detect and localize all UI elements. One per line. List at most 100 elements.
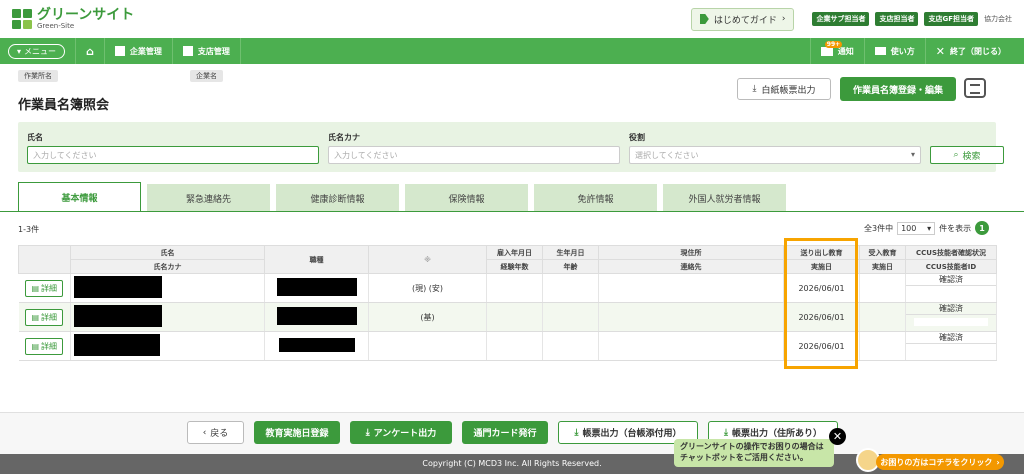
redacted-name xyxy=(74,305,162,327)
exp-header: 経験年数 xyxy=(486,259,543,274)
role-placeholder: 選択してください xyxy=(635,151,699,160)
document-icon: ▤ xyxy=(31,283,40,293)
redacted-job xyxy=(278,338,355,352)
detail-label: 詳細 xyxy=(41,283,58,293)
detail-label: 詳細 xyxy=(41,341,58,351)
redacted-name xyxy=(74,276,162,298)
main-nav: ▾ メニュー ⌂ 企業管理 支店管理 99+ 通知 使い方 ✕ 終了（閉じる） xyxy=(0,38,1024,64)
tab-foreign-worker[interactable]: 外国人就労者情報 xyxy=(663,184,786,212)
ccus-status-header: CCUS技能者確認状況 xyxy=(905,245,997,260)
document-icon: ▤ xyxy=(31,341,40,351)
hire-date-header: 雇入年月日 xyxy=(486,245,543,260)
download-icon: ⤓ xyxy=(724,427,728,438)
help-click-button[interactable]: お困りの方はコチラをクリック › xyxy=(876,454,1004,470)
birth-date-header: 生年月日 xyxy=(542,245,599,260)
green-site-logo-icon xyxy=(12,9,32,29)
search-panel: 氏名 入力してください 氏名カナ 入力してください 役割 選択してください ▾ ⌕… xyxy=(18,122,1004,172)
close-bubble-icon[interactable]: ✕ xyxy=(829,428,846,445)
role-badge-branch-gf: 支店GF担当者 xyxy=(924,12,978,26)
brand-logo[interactable]: グリーンサイト Green-Site xyxy=(12,8,134,30)
mark-cell: (現) (安) xyxy=(368,273,487,303)
tab-insurance[interactable]: 保険情報 xyxy=(405,184,528,212)
nav-branch-management[interactable]: 支店管理 xyxy=(173,38,241,64)
per-page-suffix: 件を表示 xyxy=(939,223,972,233)
notification-button[interactable]: 99+ 通知 xyxy=(809,38,864,64)
exit-button[interactable]: ✕ 終了（閉じる） xyxy=(924,38,1016,64)
chatbot-bubble[interactable]: グリーンサイトの操作でお困りの場合はチャットボットをご活用ください。 xyxy=(674,439,834,467)
tab-basic-info[interactable]: 基本情報 xyxy=(18,182,141,212)
brand-title: グリーンサイト xyxy=(37,7,135,23)
ccus-status: 確認済 xyxy=(906,274,996,286)
ccus-status: 確認済 xyxy=(906,332,996,344)
store-icon xyxy=(182,46,193,56)
name-input[interactable]: 入力してください xyxy=(27,146,319,164)
recv-edu-header-2: 実施日 xyxy=(859,259,906,274)
role-badge-branch: 支店担当者 xyxy=(875,12,919,26)
back-label: 戻る xyxy=(210,429,229,439)
detail-button[interactable]: ▤ 詳細 xyxy=(25,337,64,355)
tab-underline xyxy=(0,211,1024,212)
tab-health-check[interactable]: 健康診断情報 xyxy=(276,184,399,212)
search-btn-label: 検索 xyxy=(962,151,981,162)
contact-header: 連絡先 xyxy=(598,259,784,274)
detail-button[interactable]: ▤ 詳細 xyxy=(25,308,64,326)
name-field-group: 氏名 入力してください xyxy=(27,132,319,164)
total-count: 全3件中 xyxy=(864,223,894,233)
download-icon: ⤓ xyxy=(752,84,757,94)
howto-button[interactable]: 使い方 xyxy=(863,38,925,64)
age-header: 年齢 xyxy=(542,259,599,274)
detail-label: 詳細 xyxy=(41,312,58,322)
form-addr-label: 帳票出力（住所あり） xyxy=(731,429,822,439)
home-button[interactable]: ⌂ xyxy=(75,38,105,64)
chat-icon[interactable] xyxy=(964,78,986,98)
redacted-job xyxy=(276,278,357,296)
tab-bar: 基本情報 緊急連絡先 健康診断情報 保険情報 免許情報 外国人就労者情報 xyxy=(18,182,996,212)
role-field-group: 役割 選択してください ▾ xyxy=(629,132,921,164)
ccus-id-field xyxy=(914,318,988,326)
search-icon: ⌕ xyxy=(953,150,959,160)
blank-form-output-button[interactable]: ⤓ 白紙帳票出力 xyxy=(737,78,831,100)
howto-label: 使い方 xyxy=(890,46,915,56)
survey-label: アンケート出力 xyxy=(373,429,437,439)
form-ledger-label: 帳票出力（台帳添付用） xyxy=(582,429,682,439)
redacted-job xyxy=(276,307,357,325)
result-count: 1-3件 xyxy=(18,225,40,234)
page-number-button[interactable]: 1 xyxy=(975,221,990,235)
chevron-right-icon: › xyxy=(996,457,1000,467)
menu-button[interactable]: ▾ メニュー xyxy=(8,43,66,59)
document-icon: ▤ xyxy=(31,312,40,322)
name-label: 氏名 xyxy=(27,133,43,142)
guide-label: はじめてガイド xyxy=(713,15,777,26)
edu-date-register-button[interactable]: 教育実施日登録 xyxy=(254,421,340,444)
pager: 全3件中 100 ▾ 件を表示 1 xyxy=(864,221,990,235)
per-page-select[interactable]: 100 ▾ xyxy=(897,221,936,235)
role-label: 役割 xyxy=(629,133,645,142)
survey-output-button[interactable]: ⤓ アンケート出力 xyxy=(350,421,452,444)
help-label: お困りの方はコチラをクリック xyxy=(880,457,993,467)
chevron-down-icon: ▾ xyxy=(910,150,915,159)
close-icon: ✕ xyxy=(935,44,945,58)
kana-input[interactable]: 入力してください xyxy=(328,146,620,164)
search-button[interactable]: ⌕ 検索 xyxy=(930,146,1004,164)
back-button[interactable]: ‹ 戻る xyxy=(187,421,244,444)
building-icon xyxy=(114,46,125,56)
tab-emergency-contact[interactable]: 緊急連絡先 xyxy=(147,184,270,212)
detail-button[interactable]: ▤ 詳細 xyxy=(25,279,64,297)
role-badge-sub: 企業サブ担当者 xyxy=(812,12,870,26)
menu-label: メニュー xyxy=(24,46,57,56)
gate-card-issue-button[interactable]: 通門カード発行 xyxy=(462,421,548,444)
role-select[interactable]: 選択してください ▾ xyxy=(629,146,921,164)
notification-badge: 99+ xyxy=(824,40,843,48)
brand-subtitle: Green-Site xyxy=(37,22,75,30)
tab-license[interactable]: 免許情報 xyxy=(534,184,657,212)
recv-edu-header: 受入教育 xyxy=(859,245,906,260)
address-header: 現住所 xyxy=(598,245,784,260)
home-icon: ⌂ xyxy=(86,44,94,58)
mail-icon: 99+ xyxy=(820,40,843,56)
nav-company-management[interactable]: 企業管理 xyxy=(105,38,173,64)
first-guide-button[interactable]: はじめてガイド › xyxy=(690,7,795,31)
ccus-status: 確認済 xyxy=(906,303,996,315)
nav-label: 支店管理 xyxy=(197,46,230,56)
beginner-mark-icon xyxy=(699,14,709,24)
register-edit-button[interactable]: 作業員名簿登録・編集 xyxy=(840,77,956,101)
